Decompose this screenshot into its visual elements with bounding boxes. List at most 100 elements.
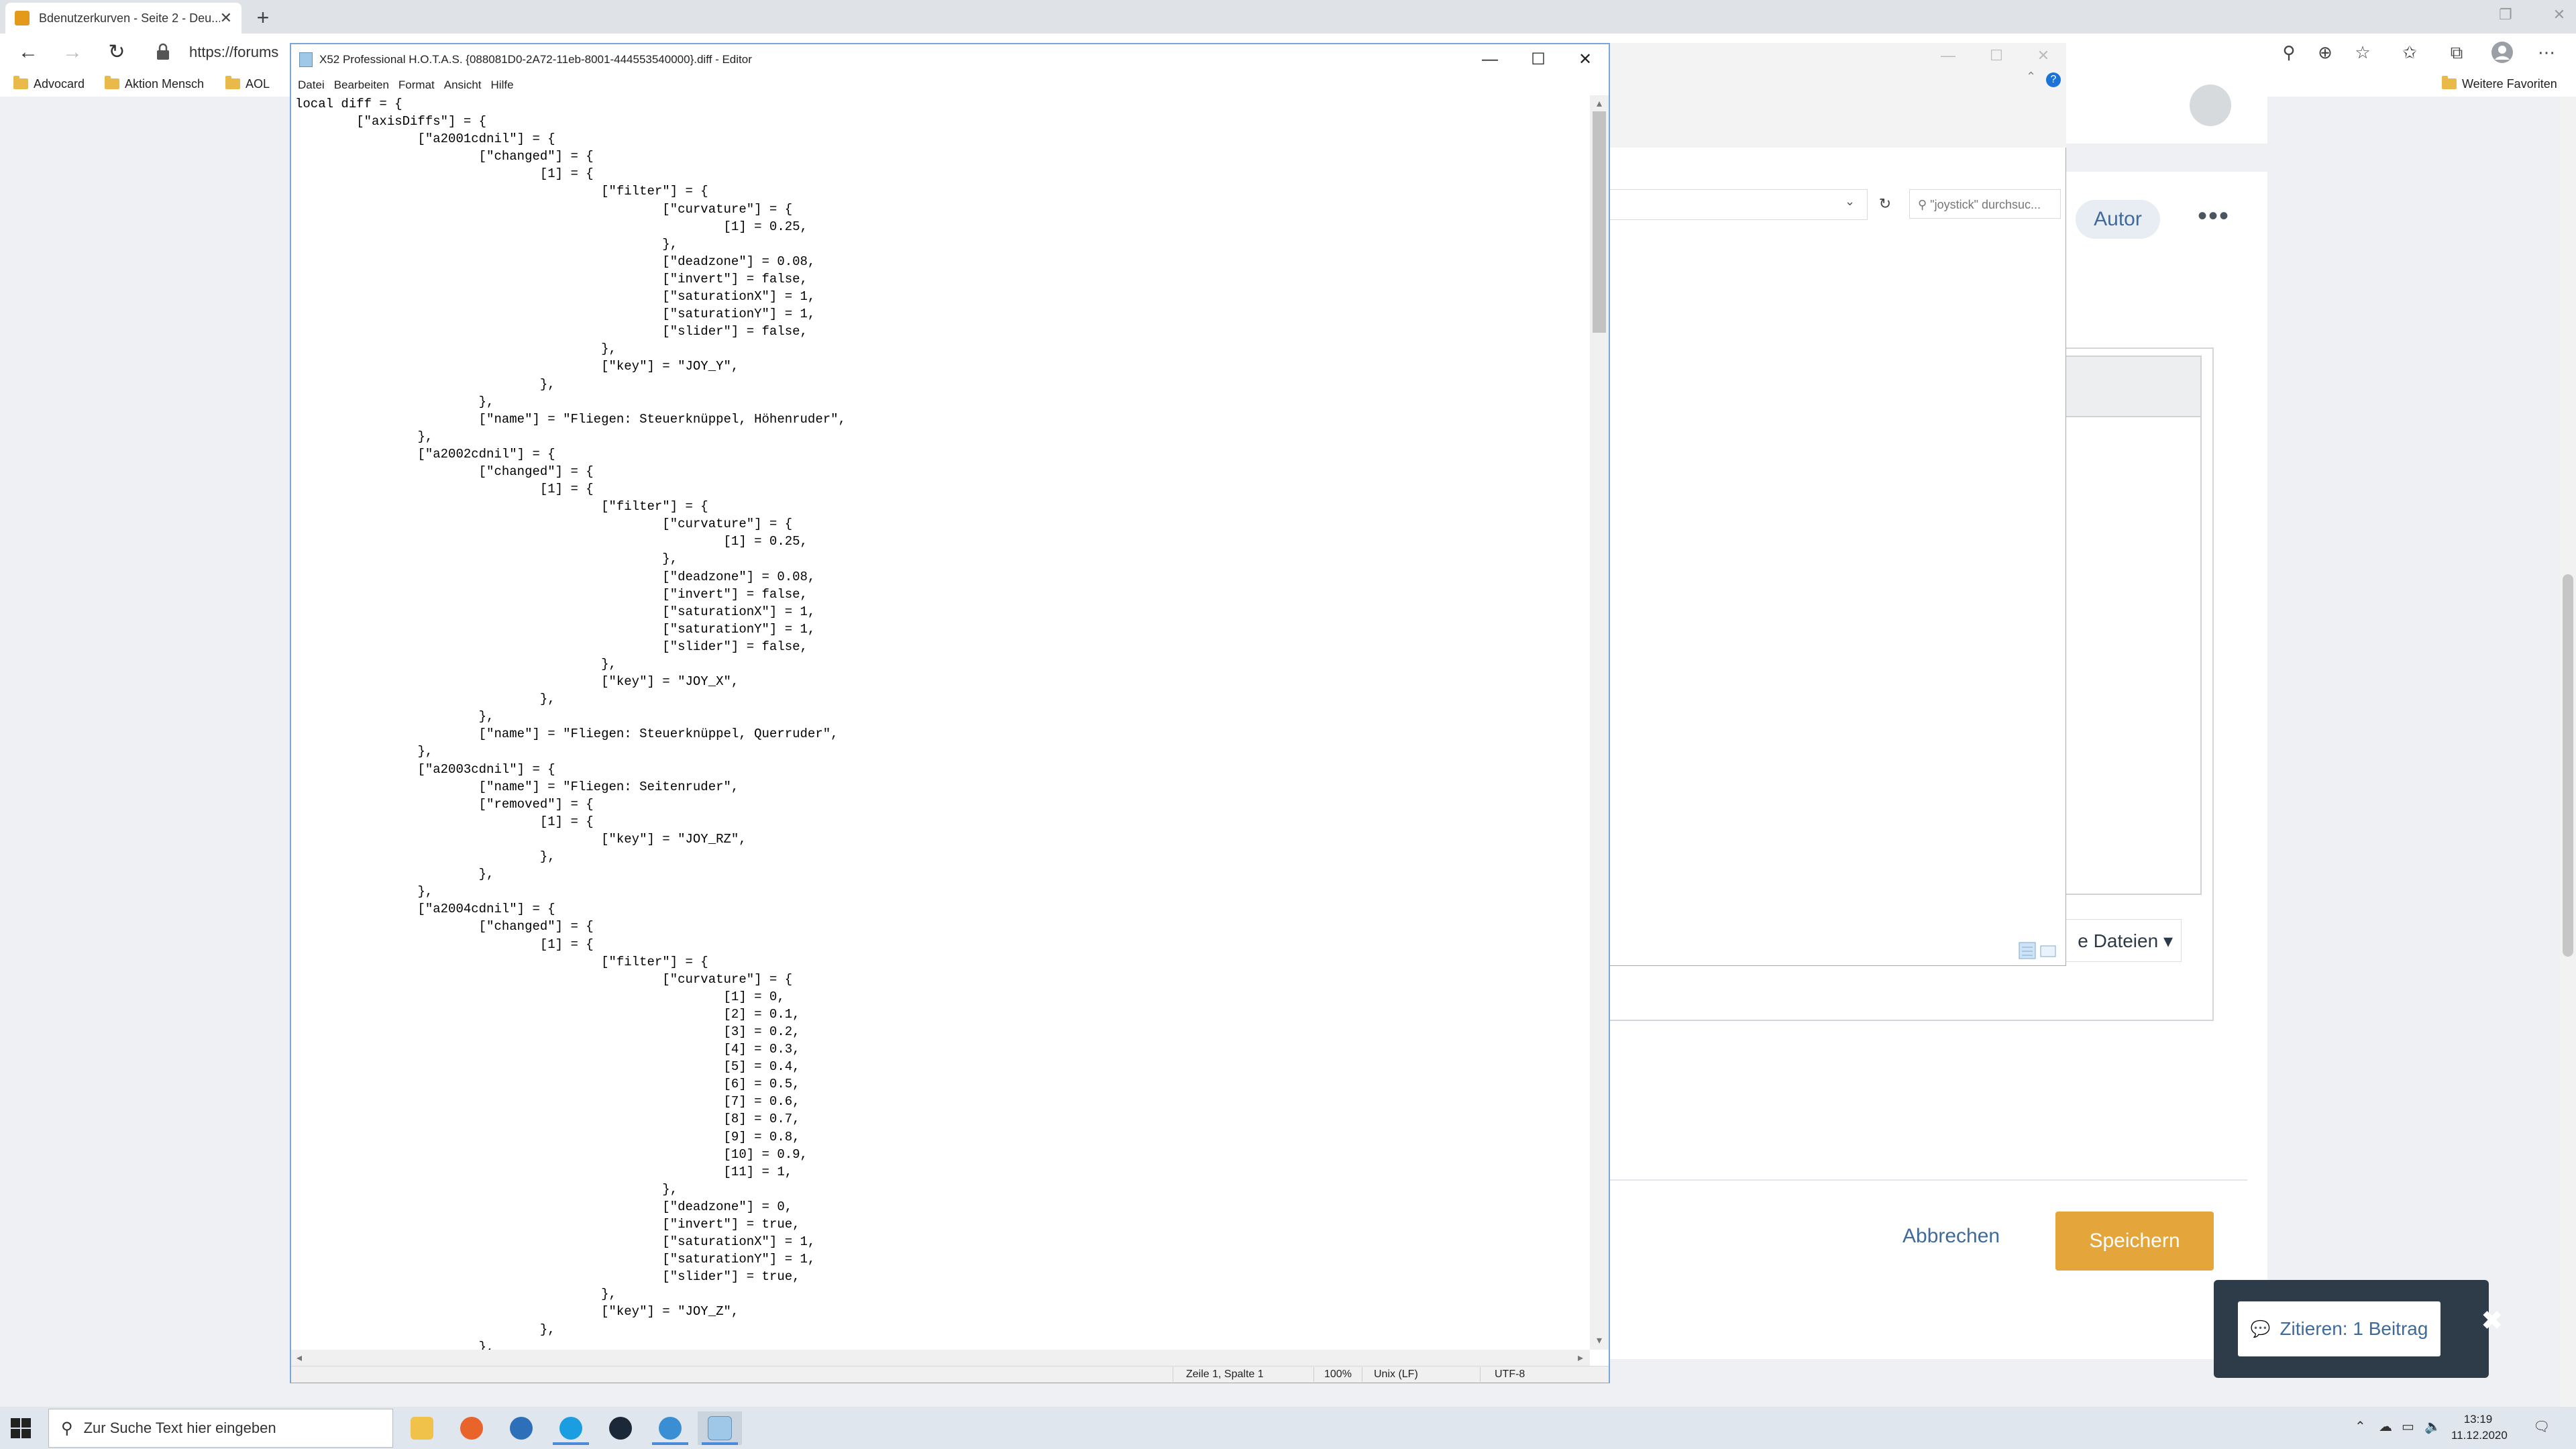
- search-icon: ⚲: [61, 1419, 73, 1438]
- bookmark-label: Advocard: [34, 76, 85, 91]
- windows-start-icon[interactable]: [9, 1417, 32, 1440]
- firefox-taskbar-icon[interactable]: [449, 1411, 494, 1445]
- menu-hilfe[interactable]: Hilfe: [491, 78, 514, 92]
- forward-arrow-icon[interactable]: →: [56, 38, 89, 67]
- browser-tab[interactable]: Bdenutzerkurven - Seite 2 - Deu... ✕: [5, 3, 241, 34]
- explorer-address-bar[interactable]: [1609, 189, 1868, 220]
- menu-ansicht[interactable]: Ansicht: [444, 78, 482, 92]
- save-button[interactable]: Speichern: [2055, 1212, 2214, 1271]
- notepad-scrollbar-thumb[interactable]: [1593, 111, 1606, 333]
- taskbar-search-placeholder: Zur Suche Text hier eingeben: [83, 1419, 276, 1436]
- menu-datei[interactable]: Datei: [298, 78, 325, 92]
- view-toggle-icons[interactable]: [2018, 941, 2058, 961]
- quote-posts-button[interactable]: 💬 Zitieren: 1 Beitrag: [2238, 1301, 2440, 1356]
- comments-icon: 💬: [2250, 1320, 2271, 1338]
- status-zoom: 100%: [1324, 1368, 1352, 1380]
- app2-taskbar-icon[interactable]: [648, 1411, 692, 1445]
- notepad-app-icon: [299, 52, 313, 67]
- tab-close-icon[interactable]: ✕: [220, 9, 232, 27]
- zoom-icon[interactable]: ⊕: [2312, 39, 2339, 66]
- explorer-refresh-icon[interactable]: ↻: [1872, 189, 1898, 219]
- maximize-icon[interactable]: ☐: [1515, 44, 1562, 75]
- notepad-menu-bar: Datei Bearbeiten Format Ansicht Hilfe: [291, 75, 1609, 95]
- notifications-icon[interactable]: 🗨: [2533, 1418, 2550, 1435]
- app-taskbar-icon[interactable]: [499, 1411, 543, 1445]
- scroll-up-arrow-icon[interactable]: ▴: [1593, 97, 1606, 110]
- clock-time: 13:19: [2463, 1413, 2493, 1426]
- address-bar-input[interactable]: https://forums: [189, 38, 278, 67]
- page-scrollbar-thumb[interactable]: [2563, 574, 2573, 957]
- close-icon[interactable]: ✕: [1562, 44, 1609, 75]
- menu-format[interactable]: Format: [398, 78, 435, 92]
- tray-battery-icon[interactable]: ▭: [2402, 1418, 2414, 1435]
- chevron-down-icon[interactable]: ⌄: [1845, 195, 1855, 209]
- menu-bearbeiten[interactable]: Bearbeiten: [334, 78, 389, 92]
- bookmark-aol[interactable]: AOL: [225, 74, 270, 94]
- taskbar-search-input[interactable]: ⚲ Zur Suche Text hier eingeben: [48, 1409, 393, 1448]
- new-tab-button[interactable]: +: [250, 4, 276, 31]
- scroll-left-arrow-icon[interactable]: ◂: [292, 1351, 306, 1364]
- favorites-list-icon[interactable]: ✩: [2396, 39, 2423, 66]
- quote-label: Zitieren: 1 Beitrag: [2279, 1318, 2428, 1339]
- notepad-content: local diff = { ["axisDiffs"] = { ["a2001…: [295, 97, 846, 1350]
- site-favicon-icon: [15, 11, 30, 25]
- quote-close-icon[interactable]: ✖: [2481, 1305, 2504, 1336]
- notepad-horizontal-scrollbar[interactable]: [291, 1350, 1590, 1366]
- bookmark-aktion-mensch[interactable]: Aktion Mensch: [105, 74, 204, 94]
- bookmark-more-favorites[interactable]: Weitere Favoriten: [2442, 74, 2557, 94]
- minimize-icon[interactable]: —: [1466, 44, 1513, 75]
- status-encoding: UTF-8: [1495, 1368, 1525, 1380]
- help-icon[interactable]: ?: [2046, 72, 2061, 87]
- cancel-button[interactable]: Abbrechen: [1902, 1225, 2000, 1248]
- steam-taskbar-icon[interactable]: [598, 1411, 643, 1445]
- notepad-text-area[interactable]: local diff = { ["axisDiffs"] = { ["a2001…: [291, 95, 1590, 1350]
- ribbon-collapse-icon[interactable]: ⌃: [2026, 70, 2036, 84]
- scroll-right-arrow-icon[interactable]: ▸: [1574, 1351, 1587, 1364]
- explorer-close-icon[interactable]: ✕: [2025, 44, 2062, 67]
- explorer-search-input[interactable]: ⚲ "joystick" durchsuc...: [1909, 189, 2061, 219]
- files-dropdown-button[interactable]: e Dateien ▾: [2053, 919, 2182, 962]
- autor-button[interactable]: Autor: [2076, 200, 2160, 239]
- file-explorer-taskbar-icon[interactable]: [400, 1411, 444, 1445]
- tray-network-icon[interactable]: ☁: [2379, 1418, 2392, 1435]
- explorer-search-placeholder: "joystick" durchsuc...: [1930, 198, 2041, 211]
- tray-volume-icon[interactable]: 🔈: [2424, 1418, 2441, 1435]
- favorite-star-icon[interactable]: ☆: [2349, 39, 2376, 66]
- lock-icon: [156, 43, 170, 60]
- browser-restore-icon[interactable]: ❐: [2475, 0, 2536, 30]
- explorer-maximize-icon[interactable]: ☐: [1978, 44, 2015, 67]
- explorer-minimize-icon[interactable]: —: [1929, 44, 1967, 67]
- back-arrow-icon[interactable]: ←: [12, 38, 44, 67]
- browser-close-icon[interactable]: ✕: [2529, 0, 2576, 30]
- browser-menu-icon[interactable]: ⋯: [2533, 39, 2560, 66]
- folder-icon: [105, 76, 119, 89]
- taskbar-clock[interactable]: 13:19 11.12.2020: [2451, 1411, 2508, 1444]
- bookmark-advocard[interactable]: Advocard: [13, 74, 85, 94]
- notepad-taskbar-icon[interactable]: [698, 1411, 742, 1445]
- collections-icon[interactable]: ⧉: [2443, 39, 2470, 66]
- edge-taskbar-icon[interactable]: [549, 1411, 593, 1445]
- folder-icon: [2442, 76, 2457, 89]
- more-options-button[interactable]: •••: [2198, 201, 2230, 231]
- folder-icon: [13, 76, 28, 89]
- status-line-ending: Unix (LF): [1374, 1368, 1418, 1380]
- bookmark-label: Aktion Mensch: [125, 76, 205, 91]
- clock-date: 11.12.2020: [2451, 1429, 2508, 1442]
- page-card-top: [2066, 97, 2267, 144]
- file-explorer-window: [1607, 43, 2066, 966]
- bookmark-label: Weitere Favoriten: [2462, 76, 2557, 91]
- avatar: [2190, 85, 2231, 126]
- status-cursor-position: Zeile 1, Spalte 1: [1186, 1368, 1264, 1380]
- notepad-title: X52 Professional H.O.T.A.S. {088081D0-2A…: [319, 53, 752, 66]
- tray-chevron-up-icon[interactable]: ⌃: [2355, 1418, 2366, 1435]
- browser-tab-strip: [0, 0, 2576, 34]
- form-divider: [1603, 1179, 2247, 1181]
- key-icon[interactable]: ⚲: [2275, 39, 2302, 66]
- profile-avatar-icon[interactable]: [2489, 39, 2516, 66]
- reload-icon[interactable]: ↻: [101, 38, 133, 67]
- bookmark-label: AOL: [246, 76, 270, 91]
- scroll-down-arrow-icon[interactable]: ▾: [1593, 1334, 1606, 1347]
- status-separator: [1480, 1367, 1481, 1382]
- status-separator: [1313, 1367, 1314, 1382]
- folder-icon: [225, 76, 240, 89]
